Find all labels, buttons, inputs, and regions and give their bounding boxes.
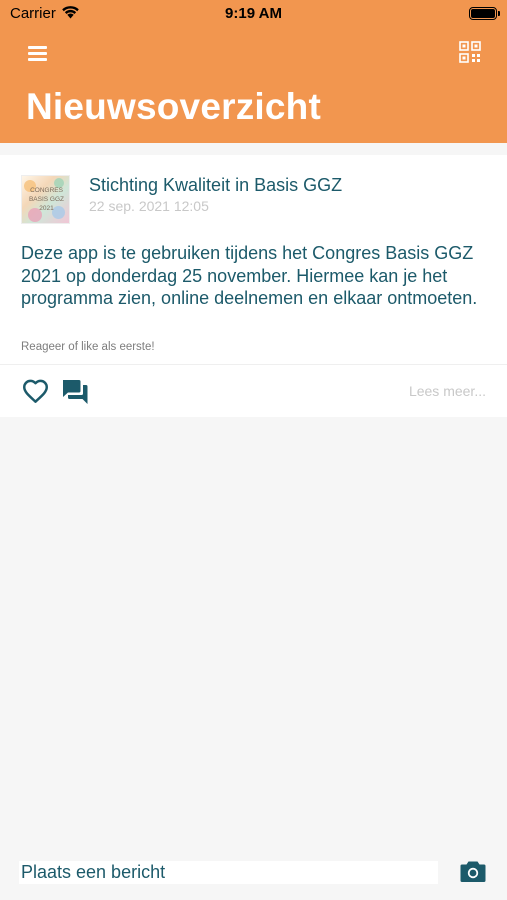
read-more-link[interactable]: Lees meer... [409, 383, 486, 399]
post-message-input[interactable] [19, 861, 438, 884]
status-bar: Carrier 9:19 AM [0, 0, 507, 28]
comments-icon[interactable] [61, 378, 89, 405]
card-divider [0, 364, 507, 365]
status-time: 9:19 AM [225, 5, 282, 22]
page-title: Nieuwsoverzicht [26, 86, 321, 127]
reaction-hint: Reageer of like als eerste! [21, 341, 155, 353]
camera-icon[interactable] [460, 860, 486, 883]
hamburger-menu-icon[interactable] [28, 45, 48, 61]
battery-icon [469, 7, 500, 20]
avatar-text-line: 2021 [39, 205, 54, 212]
qr-code-icon[interactable] [459, 41, 481, 63]
post-avatar: CONGRES BASIS GGZ 2021 [21, 175, 70, 224]
post-date: 22 sep. 2021 12:05 [89, 198, 209, 214]
heart-outline-icon[interactable] [22, 378, 49, 404]
post-body: Deze app is te gebruiken tijdens het Con… [21, 243, 478, 308]
post-author[interactable]: Stichting Kwaliteit in Basis GGZ [89, 175, 342, 196]
avatar-text-line: BASIS GGZ [28, 196, 65, 203]
avatar-text-line: CONGRES [30, 187, 63, 194]
